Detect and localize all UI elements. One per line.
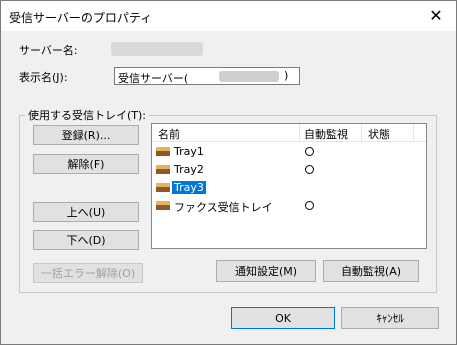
cancel-button[interactable]: ｷｬﾝｾﾙ [341, 307, 439, 329]
inbox-tray-icon [156, 201, 170, 210]
column-name-header[interactable]: 名前 [158, 126, 180, 142]
list-item-name: Tray2 [174, 163, 204, 176]
circle-icon [305, 165, 314, 174]
move-down-button[interactable]: 下へ(D) [33, 230, 139, 250]
auto-monitor-button[interactable]: 自動監視(A) [323, 260, 419, 282]
display-name-redacted [219, 71, 279, 82]
move-up-button[interactable]: 上へ(U) [33, 202, 139, 222]
list-item[interactable]: ファクス受信トレイ [152, 198, 426, 214]
inbox-tray-icon [156, 165, 170, 174]
inbox-tray-icon [156, 147, 170, 156]
tray-list[interactable]: 名前 自動監視 状態 Tray1 Tray2 Tray3 ファクス受信トレイ [151, 123, 427, 249]
close-icon[interactable]: ✕ [416, 1, 456, 31]
register-button[interactable]: 登録(R)... [33, 125, 139, 145]
inbox-tray-icon [156, 183, 170, 192]
column-auto-monitor-header[interactable]: 自動監視 [304, 126, 348, 142]
release-button[interactable]: 解除(F) [33, 154, 139, 174]
circle-icon [305, 201, 314, 210]
display-name-prefix: 受信サーバー( [118, 72, 189, 85]
list-item-name: ファクス受信トレイ [174, 201, 273, 214]
clear-errors-button[interactable]: 一括エラー解除(O) [33, 263, 143, 283]
display-name-input[interactable]: 受信サーバー( ) [114, 67, 300, 85]
display-name-label: 表示名(J): [19, 71, 68, 84]
column-separator [299, 124, 300, 141]
list-item-name: Tray3 [172, 181, 206, 194]
properties-dialog: 受信サーバーのプロパティ ✕ サーバー名: 表示名(J): 受信サーバー( ) … [0, 0, 457, 345]
column-separator [413, 124, 414, 141]
list-item[interactable]: Tray2 [152, 162, 426, 178]
list-item-name: Tray1 [174, 145, 204, 158]
list-item-selected[interactable]: Tray3 [152, 180, 426, 196]
tray-list-header: 名前 自動監視 状態 [152, 124, 426, 142]
list-item[interactable]: Tray1 [152, 144, 426, 160]
title-bar: 受信サーバーのプロパティ ✕ [1, 1, 456, 31]
circle-icon [305, 147, 314, 156]
server-name-label: サーバー名: [19, 44, 78, 57]
display-name-suffix: ) [284, 69, 289, 82]
trays-group-title: 使用する受信トレイ(T): [25, 107, 150, 123]
column-separator [361, 124, 362, 141]
notify-settings-button[interactable]: 通知設定(M) [216, 260, 316, 282]
server-name-value-redacted [111, 42, 203, 56]
window-title: 受信サーバーのプロパティ [9, 11, 153, 25]
ok-button[interactable]: OK [231, 307, 335, 329]
column-status-header[interactable]: 状態 [368, 126, 390, 142]
